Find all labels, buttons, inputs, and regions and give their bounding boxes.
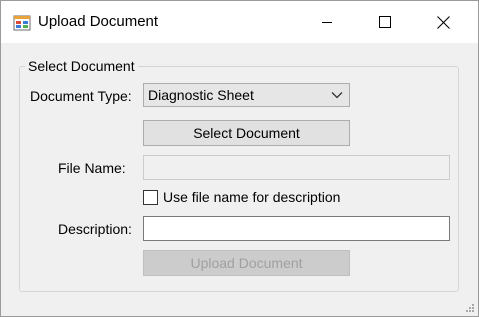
close-button[interactable] [414,1,472,43]
document-type-label: Document Type: [30,88,132,104]
upload-document-window: Upload Document Select Document Document… [0,0,479,317]
window-title: Upload Document [38,13,159,30]
select-document-button[interactable]: Select Document [143,120,350,146]
group-label: Select Document [25,58,138,74]
use-file-name-checkbox[interactable] [143,190,158,205]
minimize-icon [322,22,332,23]
minimize-button[interactable] [298,1,356,43]
upload-document-button[interactable]: Upload Document [143,250,350,276]
close-icon [436,15,450,29]
app-form-icon [13,15,31,31]
description-label: Description: [58,221,132,237]
use-file-name-label[interactable]: Use file name for description [163,189,340,205]
file-name-label: File Name: [58,160,126,176]
description-field[interactable] [143,216,450,241]
maximize-icon [379,16,391,28]
title-bar[interactable]: Upload Document [1,1,478,43]
resize-grip-icon[interactable] [465,303,475,313]
document-type-value: Diagnostic Sheet [148,87,254,103]
maximize-button[interactable] [356,1,414,43]
file-name-field[interactable] [143,155,450,180]
document-type-dropdown[interactable]: Diagnostic Sheet [143,83,350,107]
chevron-down-icon [331,92,343,99]
